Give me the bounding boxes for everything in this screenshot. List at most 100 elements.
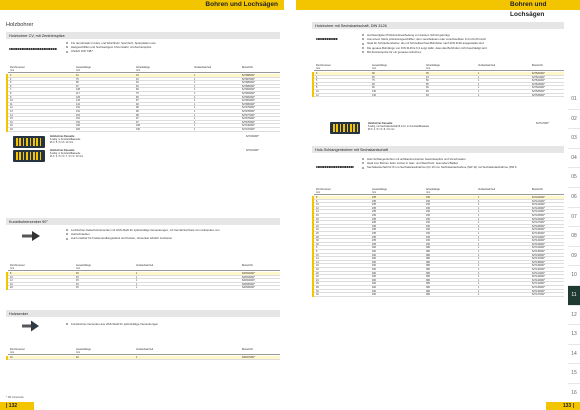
column-header: Bestell-Nr. [242,264,254,267]
chapter-tab-11[interactable]: 11 [568,285,580,306]
chapter-tab-12[interactable]: 12 [568,306,580,326]
chapter-tab-08[interactable]: 08 [568,227,580,247]
table-cell: 40 [76,356,79,359]
row-marker [312,93,314,98]
drill-bit [22,138,25,146]
column-header: Bestell-Nr. [242,66,254,69]
page-header: Bohren und Lochsägen [0,0,284,10]
section-title: Holzbohrer mit Sechskantschaft, DIN 3126 [315,23,387,28]
table-row: 20 200 150 1 627347000* [6,128,280,132]
kit-order-number: 627317000* [536,122,549,125]
table-cell: 200 [76,128,80,131]
table-cell: 1 [194,128,196,131]
table-row: 16 40 1 626367000* [6,356,280,360]
section-title: Holz-Schlangenbohrer mit Sechskantschaft [315,147,388,152]
table-cell: 627347000* [242,128,255,131]
kit-text: Ø 3 / 4 / 5 / 6 / 8 / 10 mm [368,128,395,131]
chapter-tab-04[interactable]: 04 [568,149,580,169]
chapter-tab-10[interactable]: 10 [568,266,580,286]
drill-bit [36,138,38,146]
table-cell: 1 [478,293,480,297]
drill-bit [39,138,42,146]
chapter-tabs: 01 02 03 04 05 06 07 08 09 10 11 12 13 14 15 16 [568,90,580,404]
drill-bit [343,124,345,132]
table-cell: 32 [316,293,319,297]
column-header: Verkaufseinheit [194,66,212,69]
column-header: Durchmesser mm [10,348,25,354]
chapter-tab-06[interactable]: 06 [568,188,580,208]
chapter-tab-14[interactable]: 14 [568,345,580,365]
table-cell: 626367000* [242,356,255,359]
table-cell: 20 [10,286,13,290]
chapter-tab-02[interactable]: 02 [568,110,580,130]
table-header: Durchmesser mm Gesamtlänge mm Arbeitslänge… [314,188,564,195]
wood-drill-image [9,48,57,51]
row-marker [312,293,314,297]
drill-bit [333,124,335,132]
table-cell: 627515000* [532,93,545,97]
page-number: | 132 [0,402,34,410]
drill-bit [19,138,21,146]
right-page: Bohren und Lochsägen Holzbohrer mit Sech… [290,0,580,410]
section-bar [6,310,280,317]
drill-bit [29,152,32,160]
column-header: Verkaufseinheit [478,64,496,67]
drill-bit [339,124,342,132]
table-cell: 45 [76,286,79,290]
column-header: Durchmesser mm [316,64,331,70]
drill-bit [346,124,349,132]
table-cell: 460 [372,293,376,297]
column-header: Verkaufseinheit [478,188,496,191]
column-header: Gesamtlänge mm [76,264,91,270]
section-title: Kunstbohrersenker 90° [9,219,48,224]
row-marker [6,356,8,360]
table-cell: 16 [10,356,13,359]
feature-list: Lochbohrer-Kettenbohrersenker mit HSS-St… [66,228,220,241]
table-cell: 83 [426,93,429,97]
kit-info: Holzbohrer-Kassette 8-teilig, in Kunstst… [50,149,83,158]
feature-list: Holz-Schlangenbohrer mit achtkantnormier… [362,157,517,170]
table-cell: 380 [426,293,430,297]
table-cell: 1 [478,93,480,97]
drill-bit [356,124,359,132]
bullet-item: Sechskantschaft für 8 mm-Sechskantaufnah… [362,165,517,169]
table-header: Durchmesser mm Gesamtlänge mm Verkaufseinh… [8,348,280,355]
drill-bit [19,152,21,160]
drill-case-image [330,122,360,134]
drill-bit [29,138,32,146]
chapter-tab-13[interactable]: 13 [568,325,580,345]
kit-order-number: 627161000* [246,149,259,152]
bullet-item: Auch nutzbar für Freilernandlungsarbeit … [66,236,220,240]
auger-bit-image [316,166,354,169]
column-header: Gesamtlänge mm [372,64,387,70]
countersink-image [22,231,40,241]
column-header: Gesamtlänge mm [372,188,387,194]
drill-bit [336,124,338,132]
column-header: Arbeitslänge mm [426,188,440,194]
chapter-tab-03[interactable]: 03 [568,129,580,149]
drill-bit [33,152,35,160]
kit-text: Ø 4 / 5 / 6 / 8 / 10 mm [50,141,74,144]
drill-bit [16,152,18,160]
kit-text: Ø 3 / 4 / 5 / 6 / 7 / 8 / 9 / 10 mm [50,155,84,158]
chapter-tab-15[interactable]: 15 [568,364,580,384]
row-marker [6,128,8,132]
table-header: Durchmesser mm Gesamtlänge mm Verkaufseinh… [8,264,280,271]
bullet-item: Kunstbohrer-Versenker aus HSS-Stahl für … [66,322,158,326]
column-header: Gesamtlänge mm [76,348,91,354]
chapter-tab-01[interactable]: 01 [568,90,580,110]
drill-bit [33,138,35,146]
column-header: Arbeitslänge mm [136,66,150,72]
chapter-tab-05[interactable]: 05 [568,168,580,188]
column-header: Verkaufseinheit [136,264,154,267]
kit-info: Holzbohrer-Kassette 6-teilig, in Kunstst… [50,135,80,144]
page-title: Holzbohrer [6,22,34,28]
chapter-tab-07[interactable]: 07 [568,208,580,228]
chapter-tab-09[interactable]: 09 [568,247,580,267]
drill-bit [26,152,28,160]
chapter-tab-16[interactable]: 16 [568,384,580,404]
column-header: Verkaufseinheit [136,348,154,351]
table-cell: 150 [136,128,140,131]
kit-order-number: 627160000* [246,135,259,138]
row-marker [6,286,8,290]
